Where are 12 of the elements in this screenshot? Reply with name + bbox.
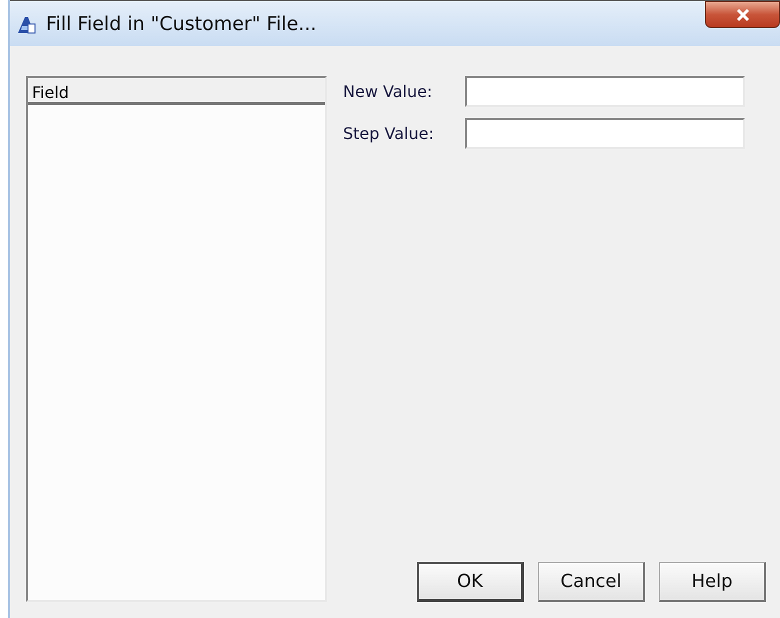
dialog-button[interactable]: Help	[659, 562, 766, 602]
input-field[interactable]	[465, 118, 745, 149]
field-label: New Value:	[343, 82, 434, 101]
field-label: Step Value:	[343, 124, 435, 143]
column-header[interactable]: Field	[28, 78, 325, 105]
window-title: Fill Field in "Customer" File...	[46, 12, 316, 34]
dialog-button[interactable]: OK	[417, 562, 524, 602]
close-icon	[736, 8, 750, 20]
dialog-button[interactable]: Cancel	[538, 562, 645, 602]
field-list[interactable]: Field	[26, 76, 327, 602]
input-field[interactable]	[465, 76, 745, 107]
close-button[interactable]	[705, 1, 780, 28]
